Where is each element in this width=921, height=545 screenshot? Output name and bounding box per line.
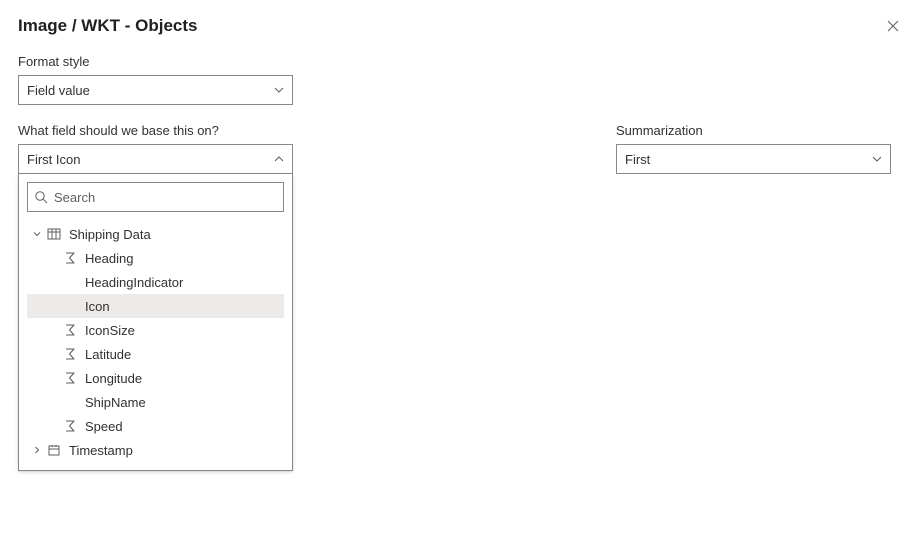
chevron-down-icon [274, 85, 284, 95]
tree-node-label: Latitude [81, 347, 131, 362]
chevron-up-icon [274, 154, 284, 164]
tree-field-node[interactable]: Icon [27, 294, 284, 318]
sigma-icon [63, 347, 77, 361]
tree-field-node[interactable]: ShipName [27, 390, 284, 414]
tree-node-label: ShipName [81, 395, 146, 410]
chevron-down-icon [872, 154, 882, 164]
close-icon [887, 20, 899, 32]
search-icon [34, 190, 48, 204]
caret-down-icon [31, 230, 43, 238]
sigma-icon [63, 251, 77, 265]
field-basis-label: What field should we base this on? [18, 123, 293, 138]
tree-field-node[interactable]: HeadingIndicator [27, 270, 284, 294]
format-style-label: Format style [18, 54, 903, 69]
summarization-value: First [625, 152, 650, 167]
field-basis-value: First Icon [27, 152, 80, 167]
tree-node-label: Timestamp [65, 443, 133, 458]
tree-field-node[interactable]: IconSize [27, 318, 284, 342]
format-style-select[interactable]: Field value [18, 75, 293, 105]
sigma-icon [63, 323, 77, 337]
format-style-value: Field value [27, 83, 90, 98]
tree-node-label: Speed [81, 419, 123, 434]
caret-right-icon [31, 446, 43, 454]
tree-node-label: Heading [81, 251, 133, 266]
field-basis-dropdown: Shipping Data Heading HeadingIndicator Icon… [18, 174, 293, 471]
tree-node-label: Longitude [81, 371, 142, 386]
tree-node-label: Icon [81, 299, 110, 314]
summarization-label: Summarization [616, 123, 891, 138]
calendar-icon [47, 443, 61, 457]
table-icon [47, 227, 61, 241]
tree-field-node[interactable]: Heading [27, 246, 284, 270]
dialog-title: Image / WKT - Objects [18, 16, 197, 36]
tree-field-node[interactable]: Speed [27, 414, 284, 438]
tree-field-node[interactable]: Longitude [27, 366, 284, 390]
field-tree: Shipping Data Heading HeadingIndicator Icon… [27, 222, 284, 462]
tree-node-label: Shipping Data [65, 227, 151, 242]
tree-field-node[interactable]: Latitude [27, 342, 284, 366]
tree-hierarchy-node[interactable]: Timestamp [27, 438, 284, 462]
field-search-box[interactable] [27, 182, 284, 212]
field-search-input[interactable] [48, 190, 277, 205]
tree-node-label: HeadingIndicator [81, 275, 183, 290]
tree-table-node[interactable]: Shipping Data [27, 222, 284, 246]
summarization-select[interactable]: First [616, 144, 891, 174]
tree-node-label: IconSize [81, 323, 135, 338]
sigma-icon [63, 371, 77, 385]
field-basis-select[interactable]: First Icon [18, 144, 293, 174]
close-button[interactable] [883, 16, 903, 36]
sigma-icon [63, 419, 77, 433]
